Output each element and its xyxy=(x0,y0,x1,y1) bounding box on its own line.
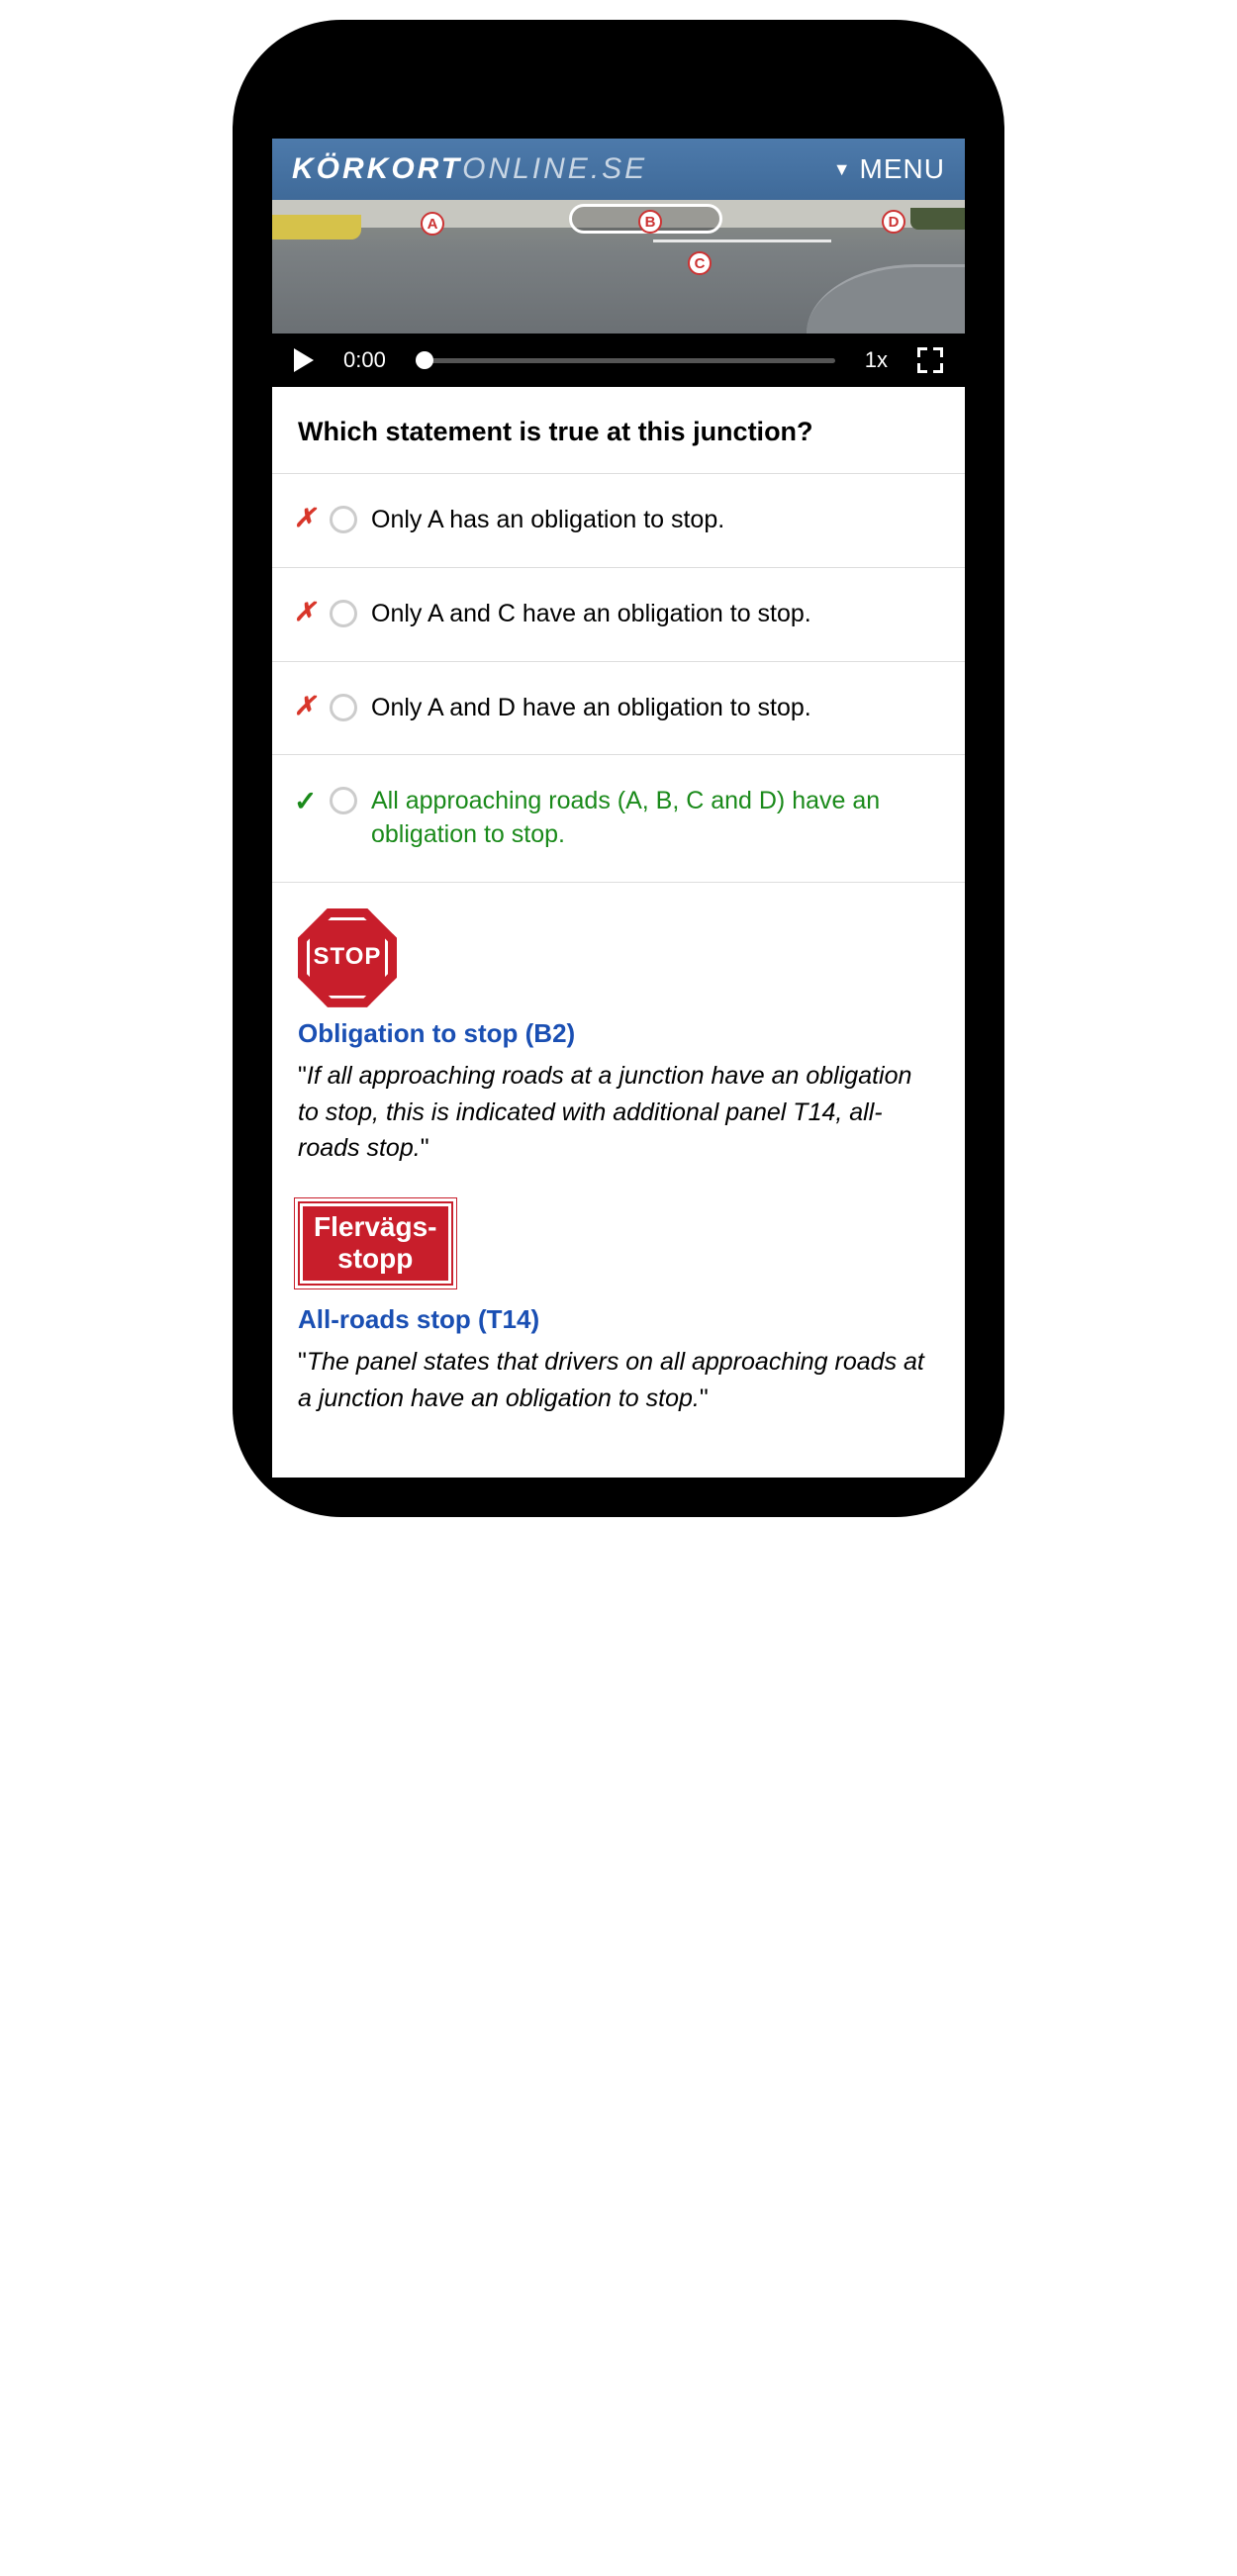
option-c[interactable]: ✗ Only A and D have an obligation to sto… xyxy=(272,662,965,756)
marker-c: C xyxy=(688,251,712,275)
explanation-section: STOP Obligation to stop (B2) If all appr… xyxy=(272,883,965,1478)
video-grass-right xyxy=(910,208,965,230)
radio-icon xyxy=(330,506,357,533)
explanation-desc: The panel states that drivers on all app… xyxy=(298,1344,939,1416)
option-label: All approaching roads (A, B, C and D) ha… xyxy=(371,785,943,852)
video-speed[interactable]: 1x xyxy=(865,347,888,373)
wrong-icon: ✗ xyxy=(294,598,316,627)
video-grass-left xyxy=(272,215,361,239)
explanation-title[interactable]: Obligation to stop (B2) xyxy=(298,1015,939,1053)
marker-d: D xyxy=(882,210,905,234)
option-label: Only A and C have an obligation to stop. xyxy=(371,598,943,631)
option-label: Only A has an obligation to stop. xyxy=(371,504,943,537)
radio-icon xyxy=(330,787,357,814)
option-a[interactable]: ✗ Only A has an obligation to stop. xyxy=(272,474,965,568)
correct-icon: ✓ xyxy=(294,785,316,817)
explanation-desc: If all approaching roads at a junction h… xyxy=(298,1058,939,1166)
explanation-block-b2: STOP Obligation to stop (B2) If all appr… xyxy=(298,908,939,1166)
marker-a: A xyxy=(421,212,444,236)
play-icon[interactable] xyxy=(294,348,314,372)
panel-sign-label: Flervägs- stopp xyxy=(314,1211,437,1275)
marker-b: B xyxy=(638,210,662,234)
menu-button[interactable]: ▼ MENU xyxy=(833,153,945,185)
video-controls: 0:00 1x xyxy=(272,334,965,387)
wrong-icon: ✗ xyxy=(294,504,316,533)
explanation-block-t14: Flervägs- stopp All-roads stop (T14) The… xyxy=(298,1201,939,1416)
question-content: Which statement is true at this junction… xyxy=(272,387,965,1478)
panel-sign-icon: Flervägs- stopp xyxy=(298,1201,453,1285)
video-seek-track[interactable] xyxy=(416,358,835,363)
question-text: Which statement is true at this junction… xyxy=(272,387,965,474)
wrong-icon: ✗ xyxy=(294,692,316,721)
phone-frame: KÖRKORTONLINE.SE ▼ MENU A B C D 0:00 xyxy=(233,20,1004,1517)
radio-icon xyxy=(330,600,357,627)
option-label: Only A and D have an obligation to stop. xyxy=(371,692,943,725)
screen: KÖRKORTONLINE.SE ▼ MENU A B C D 0:00 xyxy=(272,139,965,1478)
video-seek-thumb[interactable] xyxy=(416,351,433,369)
logo-light: ONLINE.SE xyxy=(462,152,647,185)
radio-icon xyxy=(330,694,357,721)
video-time: 0:00 xyxy=(343,347,386,373)
logo[interactable]: KÖRKORTONLINE.SE xyxy=(292,152,647,186)
menu-label: MENU xyxy=(860,153,945,185)
option-d[interactable]: ✓ All approaching roads (A, B, C and D) … xyxy=(272,755,965,883)
app-header: KÖRKORTONLINE.SE ▼ MENU xyxy=(272,139,965,200)
stop-sign-icon: STOP xyxy=(298,908,397,1007)
chevron-down-icon: ▼ xyxy=(833,159,852,180)
video-player[interactable]: A B C D xyxy=(272,200,965,334)
explanation-title[interactable]: All-roads stop (T14) xyxy=(298,1301,939,1339)
video-lane-line xyxy=(653,239,831,242)
stop-sign-label: STOP xyxy=(314,940,382,975)
option-b[interactable]: ✗ Only A and C have an obligation to sto… xyxy=(272,568,965,662)
logo-bold: KÖRKORT xyxy=(292,152,462,185)
fullscreen-icon[interactable] xyxy=(917,347,943,373)
